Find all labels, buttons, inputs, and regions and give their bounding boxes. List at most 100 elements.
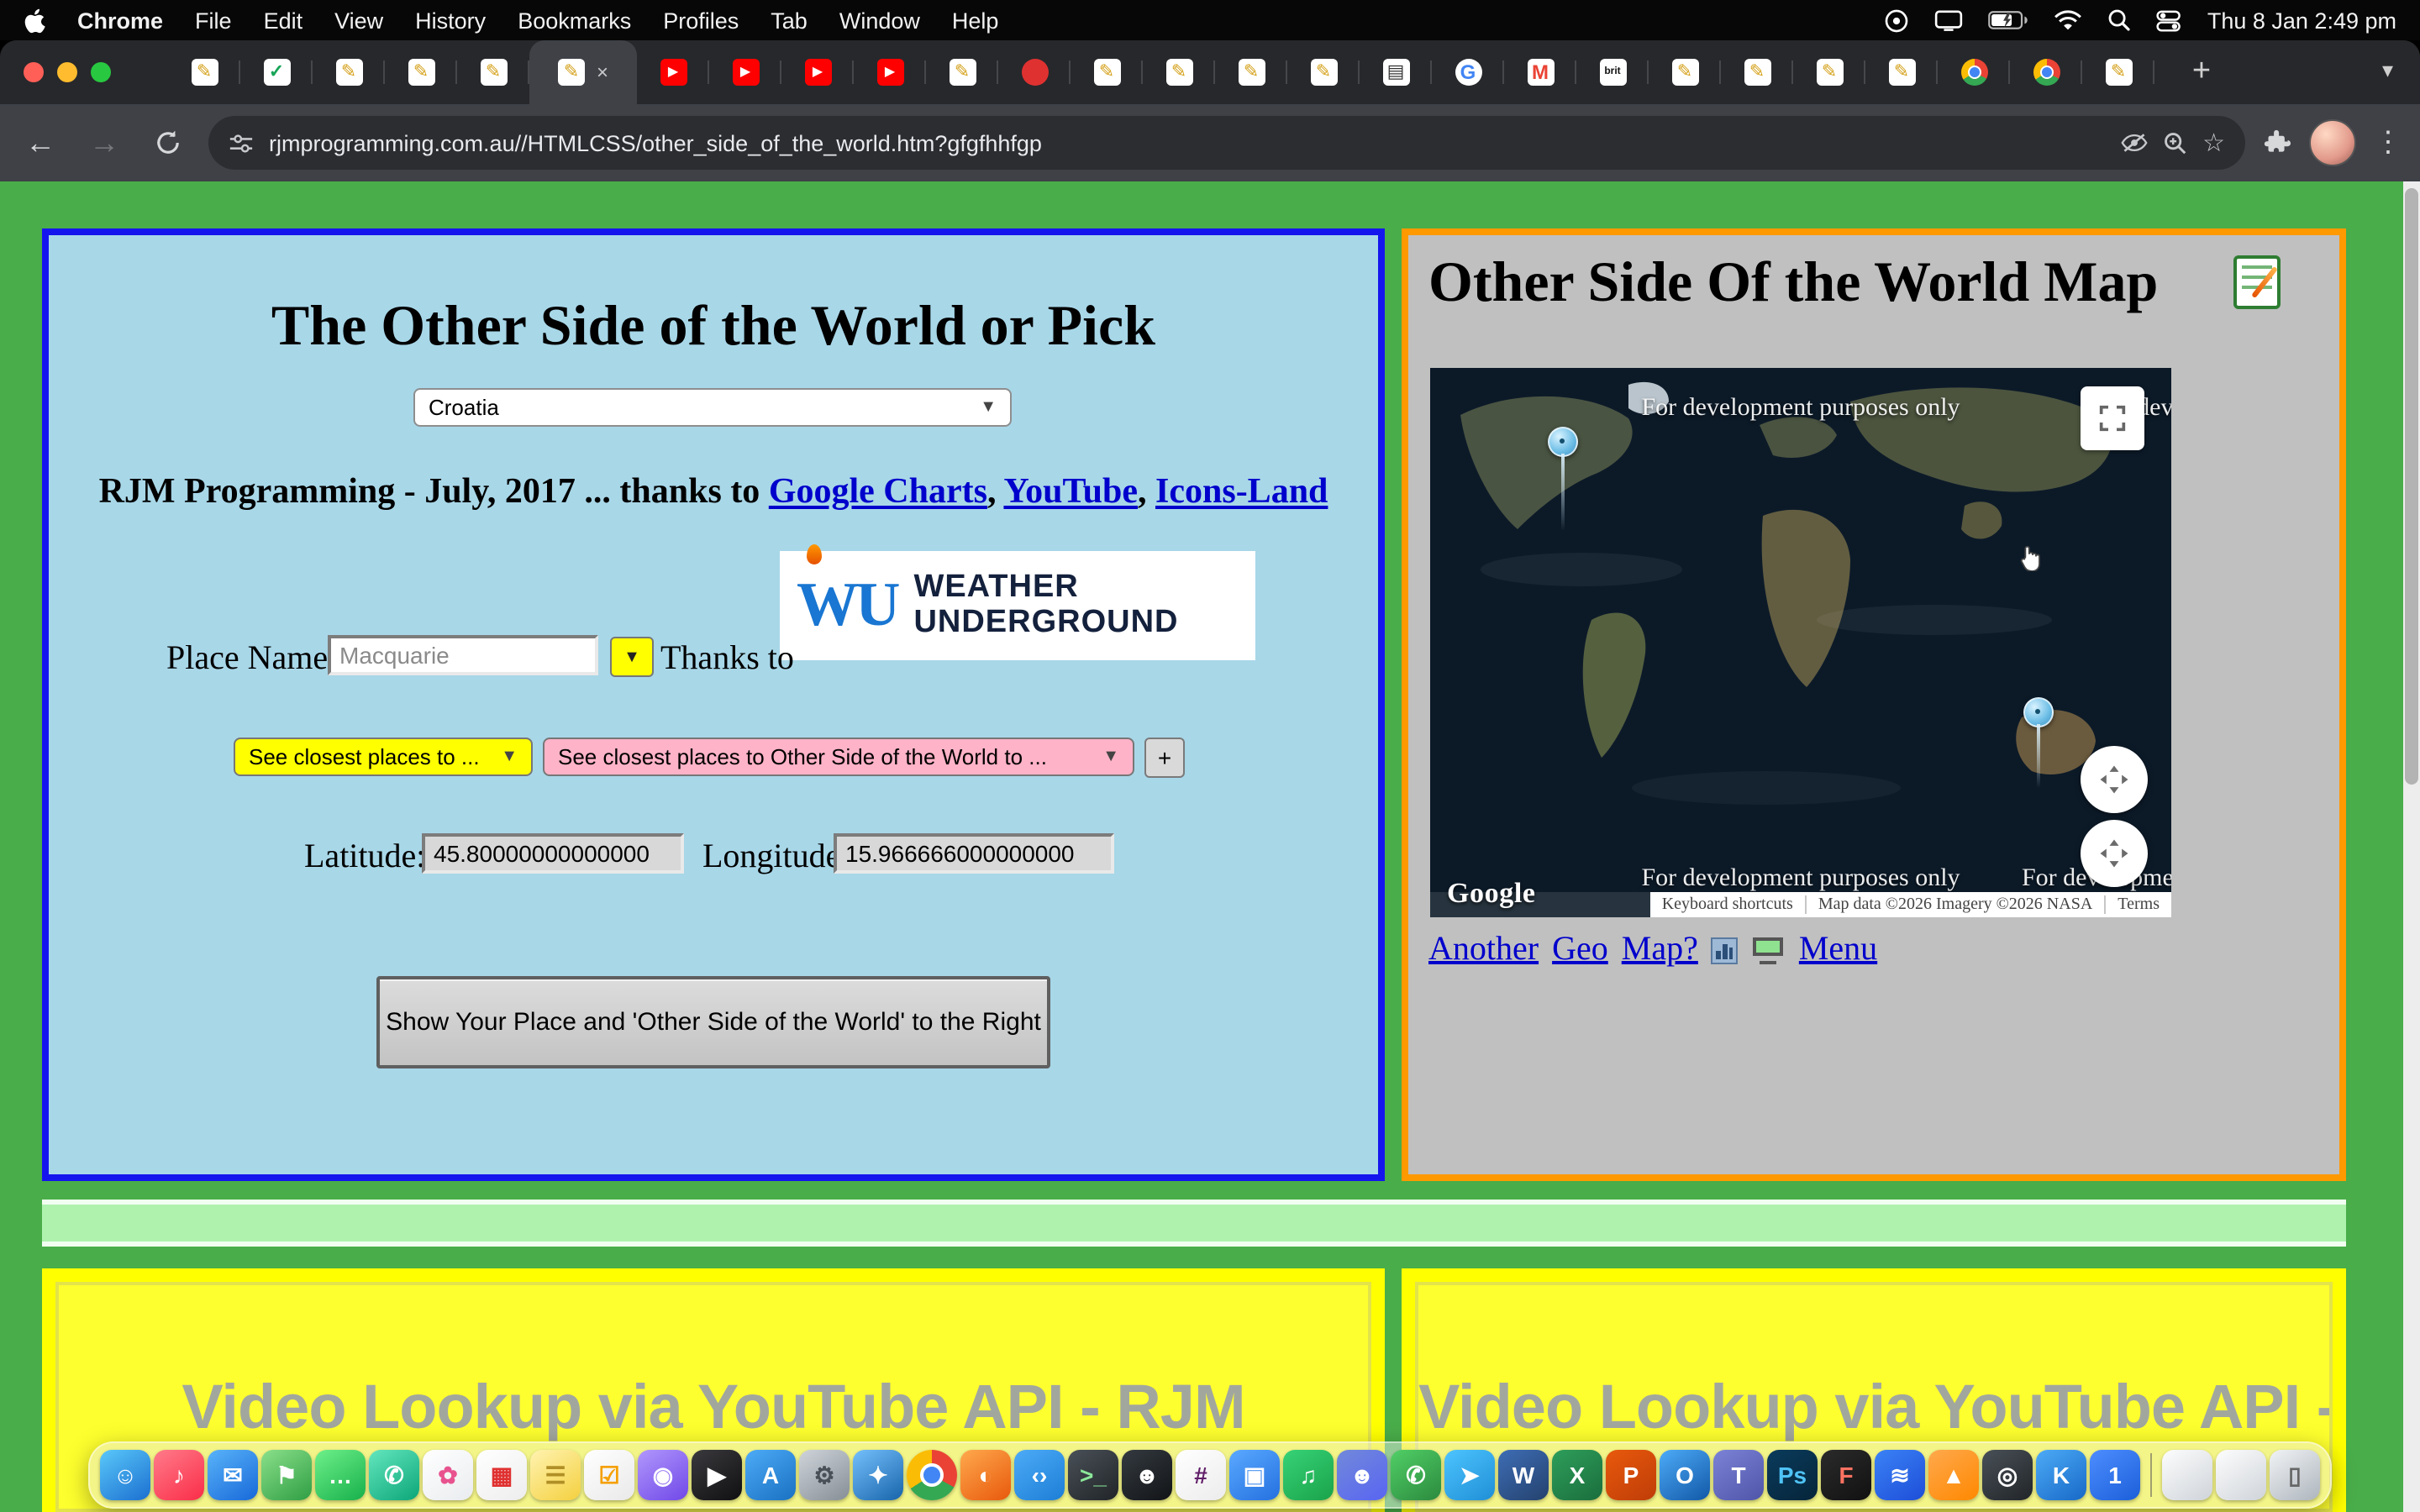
- browser-tab[interactable]: ✎: [926, 40, 998, 104]
- menu-file[interactable]: File: [195, 8, 232, 33]
- browser-tab[interactable]: ▤: [1360, 40, 1432, 104]
- browser-tab[interactable]: ✎: [385, 40, 457, 104]
- dock-terminal-icon[interactable]: >_: [1068, 1450, 1118, 1500]
- menu-window[interactable]: Window: [839, 8, 920, 33]
- browser-menu-icon[interactable]: ⋮: [2373, 126, 2403, 160]
- place-name-input[interactable]: [328, 635, 598, 675]
- minimize-window-button[interactable]: [57, 62, 77, 82]
- menu-bookmarks[interactable]: Bookmarks: [518, 8, 631, 33]
- browser-tab[interactable]: ✎: [168, 40, 240, 104]
- notepad-icon[interactable]: [2233, 255, 2281, 309]
- dock-maps-icon[interactable]: ⚑: [261, 1450, 312, 1500]
- dock-vscode-icon[interactable]: ‹›: [1014, 1450, 1065, 1500]
- add-button[interactable]: +: [1144, 738, 1185, 778]
- dock-podcasts-icon[interactable]: ◉: [638, 1450, 688, 1500]
- dock-excel-icon[interactable]: X: [1552, 1450, 1602, 1500]
- eye-off-icon[interactable]: [2120, 131, 2147, 155]
- dock-tv-icon[interactable]: ▶: [692, 1450, 742, 1500]
- country-select[interactable]: Croatia ▼: [413, 388, 1012, 427]
- active-tab[interactable]: ✎×: [529, 40, 637, 104]
- new-tab-button[interactable]: +: [2181, 52, 2222, 92]
- browser-tab[interactable]: ▶: [637, 40, 709, 104]
- scrollbar-thumb[interactable]: [2405, 188, 2418, 785]
- bookmark-star-icon[interactable]: ☆: [2202, 128, 2225, 158]
- map-question-link[interactable]: Map?: [1622, 931, 1698, 969]
- menu-edit[interactable]: Edit: [264, 8, 303, 33]
- browser-tab[interactable]: ✎: [2082, 40, 2154, 104]
- url-bar[interactable]: rjmprogramming.com.au//HTMLCSS/other_sid…: [208, 116, 2245, 170]
- menu-profiles[interactable]: Profiles: [663, 8, 739, 33]
- control-center-icon[interactable]: [2157, 9, 2182, 31]
- status-badge-icon[interactable]: [1885, 8, 1910, 33]
- dock-figma-icon[interactable]: F: [1821, 1450, 1871, 1500]
- menu-history[interactable]: History: [415, 8, 486, 33]
- dock-facetime-icon[interactable]: ✆: [369, 1450, 419, 1500]
- browser-tab[interactable]: ✎: [1865, 40, 1938, 104]
- browser-tab[interactable]: ✎: [1071, 40, 1143, 104]
- zoom-icon[interactable]: [2162, 130, 2187, 155]
- closest-places-select[interactable]: See closest places to ... ▼: [234, 738, 533, 776]
- browser-tab[interactable]: ✓: [240, 40, 313, 104]
- close-window-button[interactable]: [24, 62, 44, 82]
- dock-powerpoint-icon[interactable]: P: [1606, 1450, 1656, 1500]
- dock-github-icon[interactable]: ☻: [1122, 1450, 1172, 1500]
- browser-tab[interactable]: brit: [1576, 40, 1649, 104]
- dock-docker-icon[interactable]: ≋: [1875, 1450, 1925, 1500]
- keyboard-shortcuts-link[interactable]: Keyboard shortcuts: [1650, 895, 1805, 914]
- dock-chrome-icon[interactable]: [907, 1450, 957, 1500]
- dock-1password-icon[interactable]: 1: [2090, 1450, 2140, 1500]
- battery-icon[interactable]: [1989, 10, 2029, 30]
- dock-finder-icon[interactable]: ☺: [100, 1450, 150, 1500]
- dock-whatsapp-icon[interactable]: ✆: [1391, 1450, 1441, 1500]
- longitude-input[interactable]: [834, 833, 1114, 874]
- browser-tab[interactable]: ✎: [313, 40, 385, 104]
- dock-calendar-icon[interactable]: ▦: [476, 1450, 527, 1500]
- dock-spotify-icon[interactable]: ♫: [1283, 1450, 1334, 1500]
- browser-tab[interactable]: [1938, 40, 2010, 104]
- browser-tab[interactable]: ✎: [1649, 40, 1721, 104]
- fullscreen-button[interactable]: [2081, 386, 2144, 450]
- pan-control-button[interactable]: [2081, 746, 2148, 813]
- reload-button[interactable]: [145, 119, 192, 166]
- dock-appstore-icon[interactable]: A: [745, 1450, 796, 1500]
- dock-vlc-icon[interactable]: ▲: [1928, 1450, 1979, 1500]
- place-mini-select[interactable]: ▼: [610, 637, 654, 677]
- map-pin-place[interactable]: [1548, 427, 1578, 457]
- dock-settings-icon[interactable]: ⚙: [799, 1450, 850, 1500]
- forward-button[interactable]: →: [81, 119, 128, 166]
- dock-mail-icon[interactable]: ✉: [208, 1450, 258, 1500]
- menu-clock[interactable]: Thu 8 Jan 2:49 pm: [2207, 8, 2396, 33]
- dock-music-icon[interactable]: ♪: [154, 1450, 204, 1500]
- icons-land-link[interactable]: Icons-Land: [1155, 470, 1328, 511]
- show-place-button[interactable]: Show Your Place and 'Other Side of the W…: [376, 976, 1050, 1068]
- dock-zoom-icon[interactable]: ▣: [1229, 1450, 1280, 1500]
- dock-slack-icon[interactable]: #: [1176, 1450, 1226, 1500]
- latitude-input[interactable]: [422, 833, 684, 874]
- dock-keynote-icon[interactable]: K: [2036, 1450, 2086, 1500]
- site-settings-icon[interactable]: [229, 130, 254, 155]
- dock-messages-icon[interactable]: …: [315, 1450, 366, 1500]
- terms-link[interactable]: Terms: [2104, 895, 2171, 914]
- wifi-icon[interactable]: [2054, 9, 2083, 31]
- display-icon[interactable]: [1935, 9, 1964, 31]
- browser-tab[interactable]: M: [1504, 40, 1576, 104]
- closest-other-side-select[interactable]: See closest places to Other Side of the …: [543, 738, 1134, 776]
- menu-app-name[interactable]: Chrome: [77, 8, 163, 33]
- dock-photos-icon[interactable]: ✿: [423, 1450, 473, 1500]
- google-charts-link[interactable]: Google Charts: [769, 470, 987, 511]
- menu-view[interactable]: View: [334, 8, 383, 33]
- browser-tab[interactable]: ▶: [854, 40, 926, 104]
- another-link[interactable]: Another: [1428, 931, 1539, 969]
- dock-telegram-icon[interactable]: ➤: [1444, 1450, 1495, 1500]
- zoom-window-button[interactable]: [91, 62, 111, 82]
- browser-tab[interactable]: ✎: [1215, 40, 1287, 104]
- tab-overflow-chevron-icon[interactable]: ▾: [2382, 57, 2393, 84]
- scrollbar-track[interactable]: [2403, 181, 2420, 1512]
- dock-word-icon[interactable]: W: [1498, 1450, 1549, 1500]
- menu-link[interactable]: Menu: [1799, 931, 1877, 969]
- dock-minimized-window-1-icon[interactable]: [2162, 1450, 2212, 1500]
- dock-photoshop-icon[interactable]: Ps: [1767, 1450, 1818, 1500]
- dock-minimized-window-2-icon[interactable]: [2216, 1450, 2266, 1500]
- browser-tab[interactable]: [2010, 40, 2082, 104]
- dock-trash-icon[interactable]: ▯: [2270, 1450, 2320, 1500]
